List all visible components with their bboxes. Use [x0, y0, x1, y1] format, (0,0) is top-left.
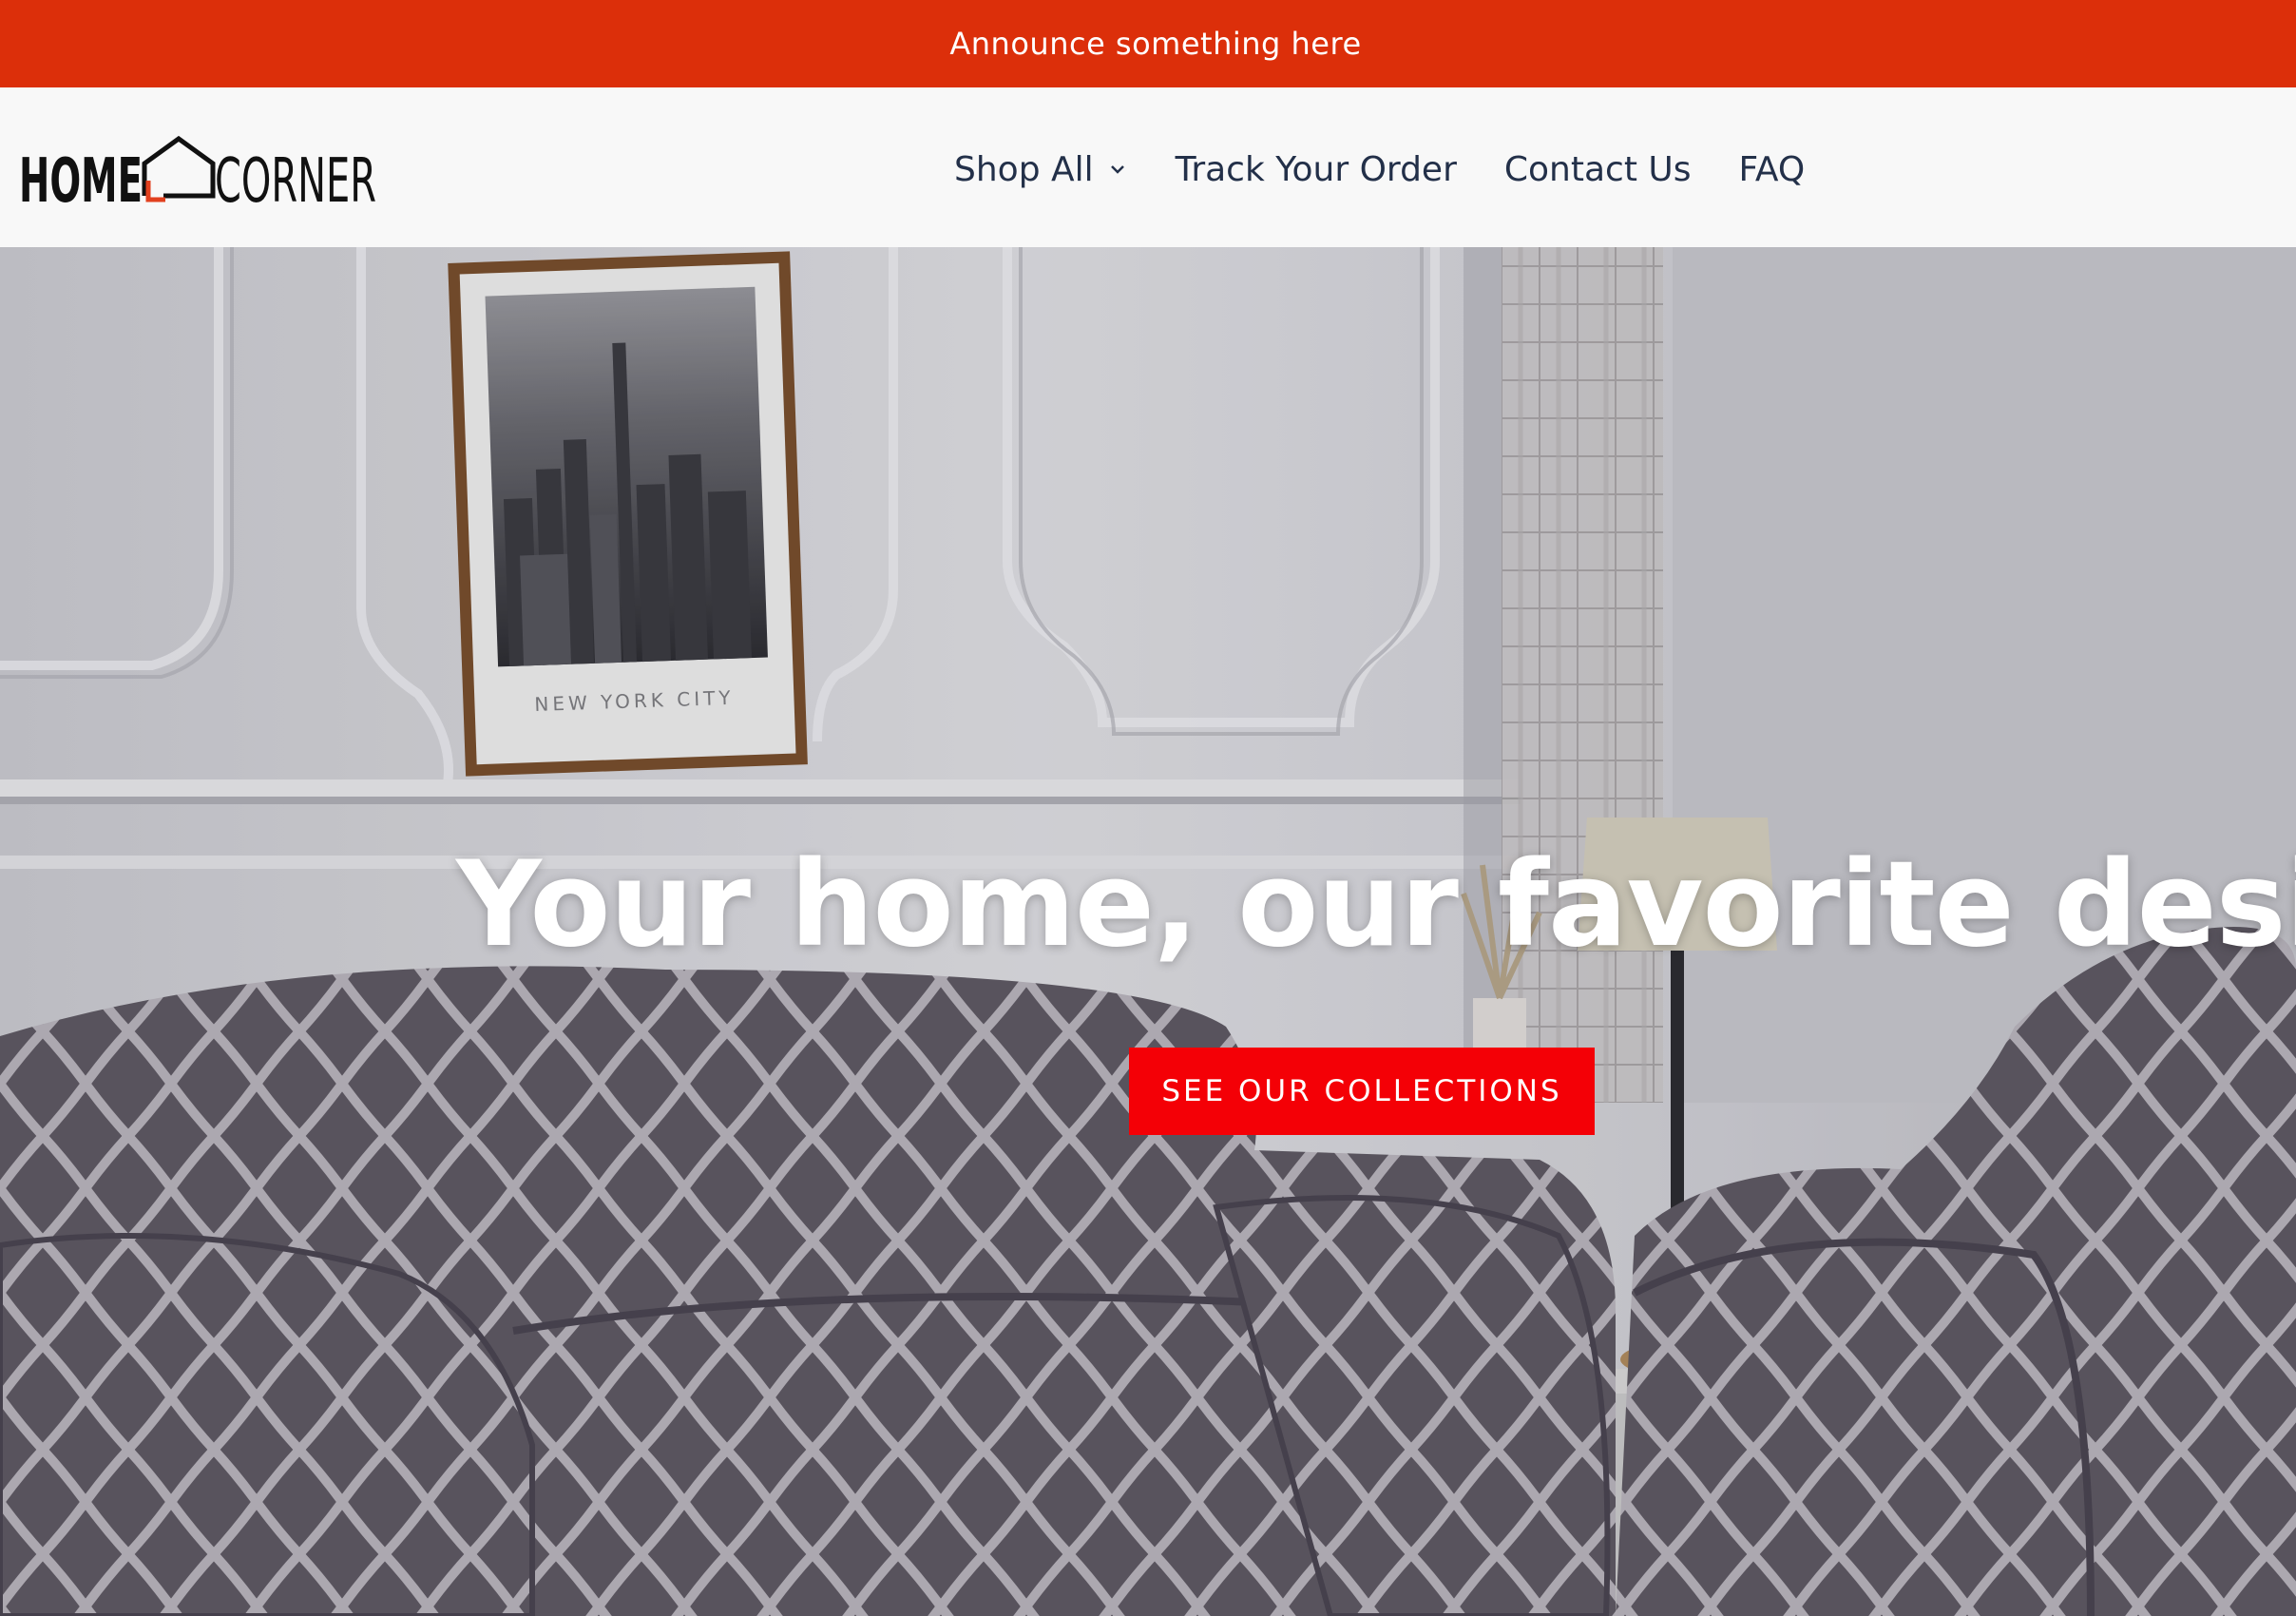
nav-label: Contact Us: [1503, 149, 1692, 189]
svg-text:HOME: HOME: [19, 146, 143, 213]
announcement-text: Announce something here: [949, 26, 1362, 62]
see-collections-button[interactable]: SEE OUR COLLECTIONS: [1129, 1048, 1595, 1135]
announcement-bar: Announce something here: [0, 0, 2296, 87]
hero-title: Your home, our favorite design.: [456, 837, 2296, 973]
hero-banner: NEW YORK CITY Your home, our favorite de…: [0, 247, 2296, 1616]
nav-label: Track Your Order: [1175, 149, 1457, 189]
nav-item-faq[interactable]: FAQ: [1739, 150, 1806, 189]
main-nav: Shop All Track Your Order Contact Us FAQ: [954, 143, 1805, 196]
site-logo[interactable]: HOME CORNER: [19, 127, 380, 217]
chevron-down-icon: [1110, 165, 1124, 174]
nav-item-track-order[interactable]: Track Your Order: [1176, 150, 1457, 189]
nav-label: Shop All: [954, 149, 1094, 189]
nav-item-shop-all[interactable]: Shop All: [954, 150, 1128, 189]
nav-item-contact-us[interactable]: Contact Us: [1504, 150, 1692, 189]
svg-text:CORNER: CORNER: [215, 146, 376, 213]
home-corner-logo: HOME CORNER: [19, 135, 376, 217]
nav-label: FAQ: [1738, 149, 1806, 189]
site-header: HOME CORNER Shop All Track Your Order Co…: [0, 87, 2296, 247]
